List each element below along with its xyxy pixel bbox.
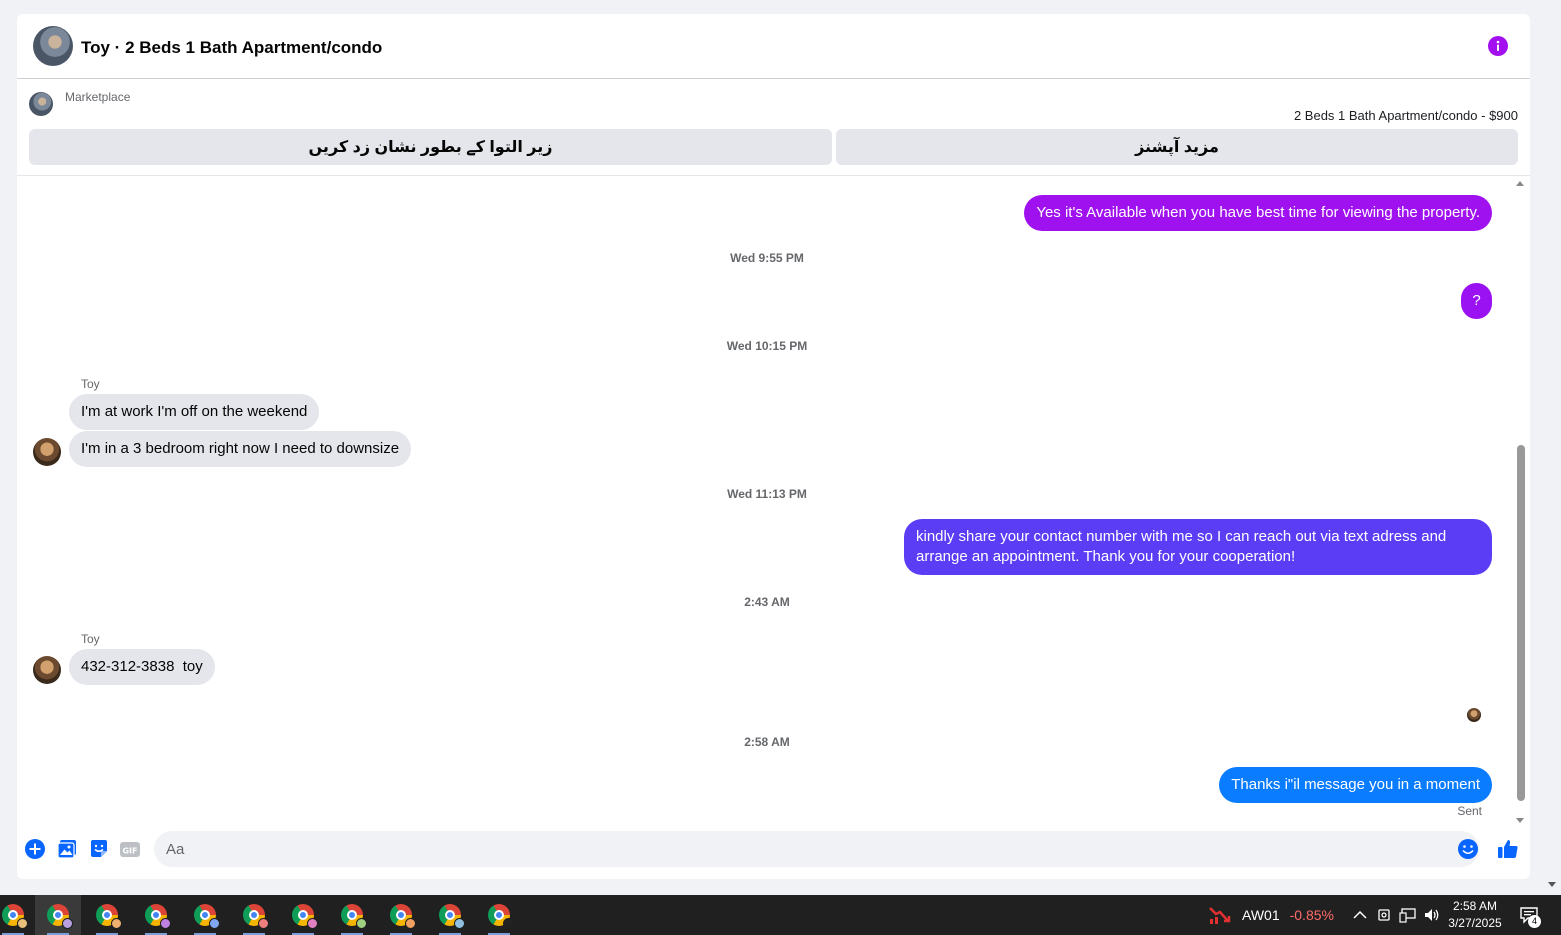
chat-header: Toy · 2 Beds 1 Bath Apartment/condo: [17, 14, 1530, 79]
message-status: Sent: [1457, 804, 1482, 818]
message-input[interactable]: [154, 831, 1479, 867]
network-icon[interactable]: [1397, 895, 1419, 935]
chrome-icon[interactable]: [182, 895, 228, 935]
chat-panel: Toy · 2 Beds 1 Bath Apartment/condo Mark…: [17, 14, 1530, 879]
chrome-icon[interactable]: [280, 895, 326, 935]
outgoing-message[interactable]: Yes it's Available when you have best ti…: [1024, 195, 1492, 231]
chevron-up-icon[interactable]: [1350, 895, 1370, 935]
more-options-button[interactable]: مزید آپشنز: [836, 129, 1518, 165]
svg-text:GIF: GIF: [122, 847, 137, 856]
notification-icon[interactable]: [1516, 895, 1542, 935]
like-icon[interactable]: [1497, 838, 1519, 860]
message-scrollbar[interactable]: [1515, 177, 1527, 827]
stock-change: -0.85%: [1289, 907, 1334, 923]
incoming-message[interactable]: 432-312-3838 toy: [69, 649, 215, 685]
listing-avatar[interactable]: [33, 26, 73, 66]
timestamp: 2:43 AM: [744, 595, 790, 609]
conversation-title[interactable]: Toy · 2 Beds 1 Bath Apartment/condo: [81, 38, 382, 58]
outgoing-message[interactable]: ?: [1461, 283, 1492, 319]
marketplace-avatar: [29, 92, 53, 116]
chrome-icon[interactable]: [476, 895, 522, 935]
emoji-icon[interactable]: [1457, 838, 1479, 860]
outgoing-message[interactable]: kindly share your contact number with me…: [904, 519, 1492, 575]
timestamp: Wed 11:13 PM: [727, 487, 807, 501]
chrome-icon[interactable]: [35, 895, 81, 935]
sender-avatar[interactable]: [33, 656, 61, 684]
clock-time: 2:58 AM: [1452, 899, 1498, 913]
sticker-icon[interactable]: [88, 838, 110, 860]
timestamp: Wed 9:55 PM: [730, 251, 804, 265]
read-receipt-avatar: [1467, 708, 1481, 722]
info-icon[interactable]: [1488, 36, 1508, 56]
photo-icon[interactable]: [56, 838, 78, 860]
composer: GIF: [17, 830, 1530, 870]
listing-summary[interactable]: 2 Beds 1 Bath Apartment/condo - $900: [1294, 108, 1518, 123]
clock-date: 3/27/2025: [1448, 916, 1502, 930]
chrome-icon[interactable]: [231, 895, 277, 935]
incoming-message[interactable]: I'm in a 3 bedroom right now I need to d…: [69, 431, 412, 467]
timestamp: Wed 10:15 PM: [726, 339, 808, 353]
scroll-thumb[interactable]: [1517, 445, 1525, 801]
chrome-icon[interactable]: [0, 895, 36, 935]
incoming-message[interactable]: I'm at work I'm off on the weekend: [69, 394, 320, 430]
gif-icon[interactable]: GIF: [119, 838, 141, 860]
marketplace-bar: Marketplace 2 Beds 1 Bath Apartment/cond…: [17, 80, 1530, 176]
page-scroll-down-arrow[interactable]: [1548, 882, 1556, 887]
timestamp: 2:58 AM: [744, 735, 790, 749]
stock-name: AW01: [1242, 907, 1280, 923]
scroll-up-arrow[interactable]: [1516, 181, 1524, 186]
sender-name: Toy: [81, 632, 100, 646]
add-icon[interactable]: [24, 838, 46, 860]
chrome-icon[interactable]: [427, 895, 473, 935]
chrome-icon[interactable]: [378, 895, 424, 935]
outgoing-message[interactable]: Thanks i"il message you in a moment: [1219, 767, 1492, 803]
sender-avatar[interactable]: [33, 438, 61, 466]
scroll-down-arrow[interactable]: [1516, 818, 1524, 823]
marketplace-label: Marketplace: [65, 90, 131, 104]
mark-pending-button[interactable]: زیر التوا کے بطور نشان زد کریں: [29, 129, 832, 165]
stock-chart-icon: [1209, 907, 1231, 924]
message-list: Yes it's Available when you have best ti…: [17, 177, 1517, 827]
clock[interactable]: 2:58 AM 3/27/2025: [1440, 898, 1510, 932]
taskbar: AW01 -0.85% 2:58 AM 3/27/2025 4: [0, 895, 1561, 935]
notification-badge: 4: [1528, 915, 1541, 928]
sender-name: Toy: [81, 377, 100, 391]
camera-icon[interactable]: [1374, 895, 1394, 935]
chrome-icon[interactable]: [329, 895, 375, 935]
chrome-icon[interactable]: [133, 895, 179, 935]
chrome-icon[interactable]: [84, 895, 130, 935]
stock-widget[interactable]: AW01 -0.85%: [1208, 905, 1334, 925]
